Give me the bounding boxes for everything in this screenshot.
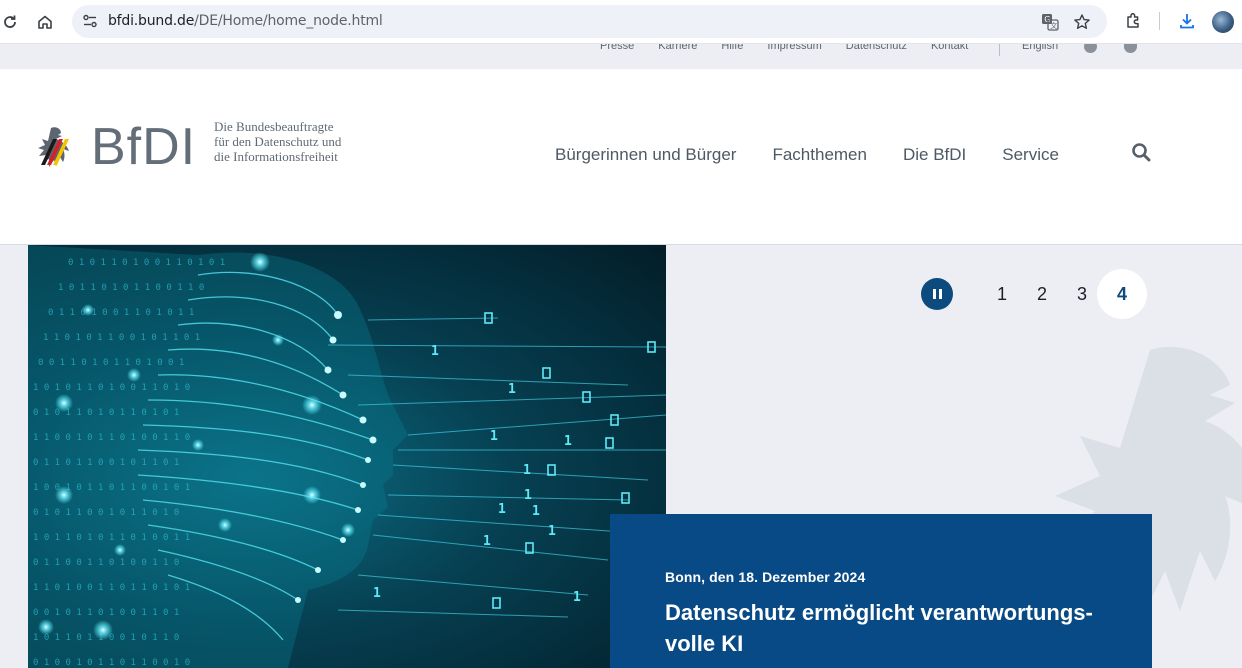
- logo-wordmark: BfDI: [91, 118, 197, 176]
- svg-text:1: 1: [573, 590, 581, 605]
- svg-text:1: 1: [524, 488, 532, 503]
- svg-text:0 0 1 1 0 1 0 1 1 0 1 0 0 1: 0 0 1 1 0 1 0 1 1 0 1 0 0 1: [38, 358, 184, 368]
- svg-text:1 0 1 0 1 1 0 1 0 0 1 1 0 1 0: 1 0 1 0 1 1 0 1 0 0 1 1 0 1 0: [33, 383, 190, 393]
- svg-text:0 0 1 0 1 1 0 1 0 0 1 1 0 1: 0 0 1 0 1 1 0 1 0 0 1 1 0 1: [33, 608, 179, 618]
- util-link-presse[interactable]: Presse: [600, 44, 634, 52]
- svg-text:文: 文: [1050, 21, 1057, 30]
- svg-text:1: 1: [373, 586, 381, 601]
- home-icon[interactable]: [31, 8, 59, 36]
- site-info-icon[interactable]: [80, 11, 100, 31]
- site-logo[interactable]: BfDI Die Bundesbeauftragte für den Daten…: [31, 118, 341, 176]
- hero-image: 111 111 111 111 0 1 0 1 1 0 1 0 0 1 1 0 …: [28, 245, 666, 668]
- site-header: BfDI Die Bundesbeauftragte für den Daten…: [0, 69, 1242, 245]
- svg-text:1: 1: [490, 429, 498, 444]
- address-bar[interactable]: bfdi.bund.de/DE/Home/home_node.html G文: [72, 5, 1107, 38]
- language-link[interactable]: English: [1022, 44, 1058, 52]
- svg-text:1: 1: [532, 504, 540, 519]
- claim-line: Die Bundesbeauftragte: [214, 119, 334, 134]
- main-nav: Bürgerinnen und Bürger Fachthemen Die Bf…: [555, 145, 1095, 165]
- svg-text:1 1 0 1 0 1 1 0 0 1 0 1 1 0 1: 1 1 0 1 0 1 1 0 0 1 0 1 1 0 1: [43, 333, 200, 343]
- svg-text:1: 1: [548, 524, 556, 539]
- utility-nav: Presse Karriere Hilfe Impressum Datensch…: [0, 44, 1242, 69]
- nav-item-buerger[interactable]: Bürgerinnen und Bürger: [555, 145, 736, 165]
- avatar[interactable]: [1212, 11, 1234, 33]
- claim-line: die Informationsfreiheit: [214, 149, 338, 164]
- svg-text:1: 1: [483, 534, 491, 549]
- eagle-logo-icon: [38, 127, 69, 167]
- svg-text:0 1 0 1 1 0 0 1 0 1 1 0 1 0: 0 1 0 1 1 0 0 1 0 1 1 0 1 0: [33, 508, 179, 518]
- util-link-kontakt[interactable]: Kontakt: [931, 44, 968, 52]
- svg-text:1: 1: [508, 382, 516, 397]
- claim-line: für den Datenschutz und: [214, 134, 342, 149]
- nav-item-service[interactable]: Service: [1002, 145, 1059, 165]
- svg-text:1 1 0 0 1 0 1 1 0 1 0 0 1 1 0: 1 1 0 0 1 0 1 1 0 1 0 0 1 1 0: [33, 433, 190, 443]
- svg-text:1: 1: [431, 344, 439, 359]
- svg-text:1 1 0 1 0 0 1 1 0 1 1 0 1 0 1: 1 1 0 1 0 0 1 1 0 1 1 0 1 0 1: [33, 583, 190, 593]
- teaser-title-line: volle KI: [665, 631, 744, 656]
- search-icon[interactable]: [1130, 141, 1154, 165]
- nav-item-fachthemen[interactable]: Fachthemen: [772, 145, 867, 165]
- util-link-karriere[interactable]: Karriere: [658, 44, 697, 52]
- svg-text:0 1 1 0 1 1 0 0 1 0 1 1 0 1: 0 1 1 0 1 1 0 0 1 0 1 1 0 1: [33, 458, 179, 468]
- svg-text:1: 1: [564, 434, 572, 449]
- pause-icon: [938, 289, 942, 299]
- toolbar-divider: [1159, 12, 1160, 30]
- star-icon[interactable]: [1071, 11, 1093, 33]
- extensions-icon[interactable]: [1122, 9, 1146, 33]
- nav-item-die-bfdi[interactable]: Die BfDI: [903, 145, 966, 165]
- util-divider: [999, 44, 1000, 56]
- svg-text:0 1 1 0 1 0 0 1 1 0 1 0 1 1: 0 1 1 0 1 0 0 1 1 0 1 0 1 1: [48, 308, 194, 318]
- slider-page-4-active[interactable]: 4: [1097, 269, 1147, 319]
- logo-claim: Die Bundesbeauftragte für den Datenschut…: [214, 119, 384, 164]
- browser-toolbar: bfdi.bund.de/DE/Home/home_node.html G文: [0, 0, 1242, 44]
- url-text: bfdi.bund.de/DE/Home/home_node.html: [108, 13, 383, 29]
- teaser-box[interactable]: Bonn, den 18. Dezember 2024 Datenschutz …: [610, 514, 1152, 668]
- reload-icon[interactable]: [0, 8, 24, 36]
- teaser-title[interactable]: Datenschutz ermöglicht verantwortungs- v…: [665, 597, 1125, 659]
- translate-icon[interactable]: G文: [1039, 11, 1061, 33]
- util-link-datenschutz[interactable]: Datenschutz: [846, 44, 907, 52]
- svg-text:1 0 1 1 0 1 0 1 1 0 0 1 1 0: 1 0 1 1 0 1 0 1 1 0 0 1 1 0: [58, 283, 204, 293]
- hero-slider: 111 111 111 111 0 1 0 1 1 0 1 0 0 1 1 0 …: [0, 245, 1242, 668]
- pause-icon: [932, 289, 936, 299]
- util-link-impressum[interactable]: Impressum: [767, 44, 821, 52]
- pause-button[interactable]: [921, 278, 953, 310]
- svg-text:0 1 0 0 1 0 1 1 0 1 1 0 0 1 0: 0 1 0 0 1 0 1 1 0 1 1 0 0 1 0: [33, 658, 190, 668]
- svg-text:0 1 0 1 1 0 1 0 1 1 0 1 0 1: 0 1 0 1 1 0 1 0 1 1 0 1 0 1: [33, 408, 179, 418]
- easy-language-icon[interactable]: [1124, 44, 1137, 53]
- svg-text:1 0 1 1 0 1 0 1 1 0 1 0 0 1 1: 1 0 1 1 0 1 0 1 1 0 1 0 0 1 1: [33, 533, 190, 543]
- svg-text:1: 1: [523, 463, 531, 478]
- svg-text:1: 1: [498, 502, 506, 517]
- teaser-title-line: Datenschutz ermöglicht verantwortungs-: [665, 600, 1093, 625]
- slider-controls: 1 2 3 4: [921, 269, 1147, 319]
- svg-text:0 1 1 0 0 1 1 0 1 0 0 1 1 0: 0 1 1 0 0 1 1 0 1 0 0 1 1 0: [33, 558, 179, 568]
- sign-language-icon[interactable]: [1084, 44, 1097, 53]
- svg-text:0 1 0 1 1 0 1 0 0 1 1 0 1 0 1: 0 1 0 1 1 0 1 0 0 1 1 0 1 0 1: [68, 258, 225, 268]
- download-icon[interactable]: [1175, 9, 1199, 33]
- ai-head-illustration: 111 111 111 1 11 0 1 0 1 1 0 1 0 0 1 1 0 …: [28, 245, 666, 668]
- teaser-date: Bonn, den 18. Dezember 2024: [665, 569, 866, 585]
- util-link-hilfe[interactable]: Hilfe: [721, 44, 743, 52]
